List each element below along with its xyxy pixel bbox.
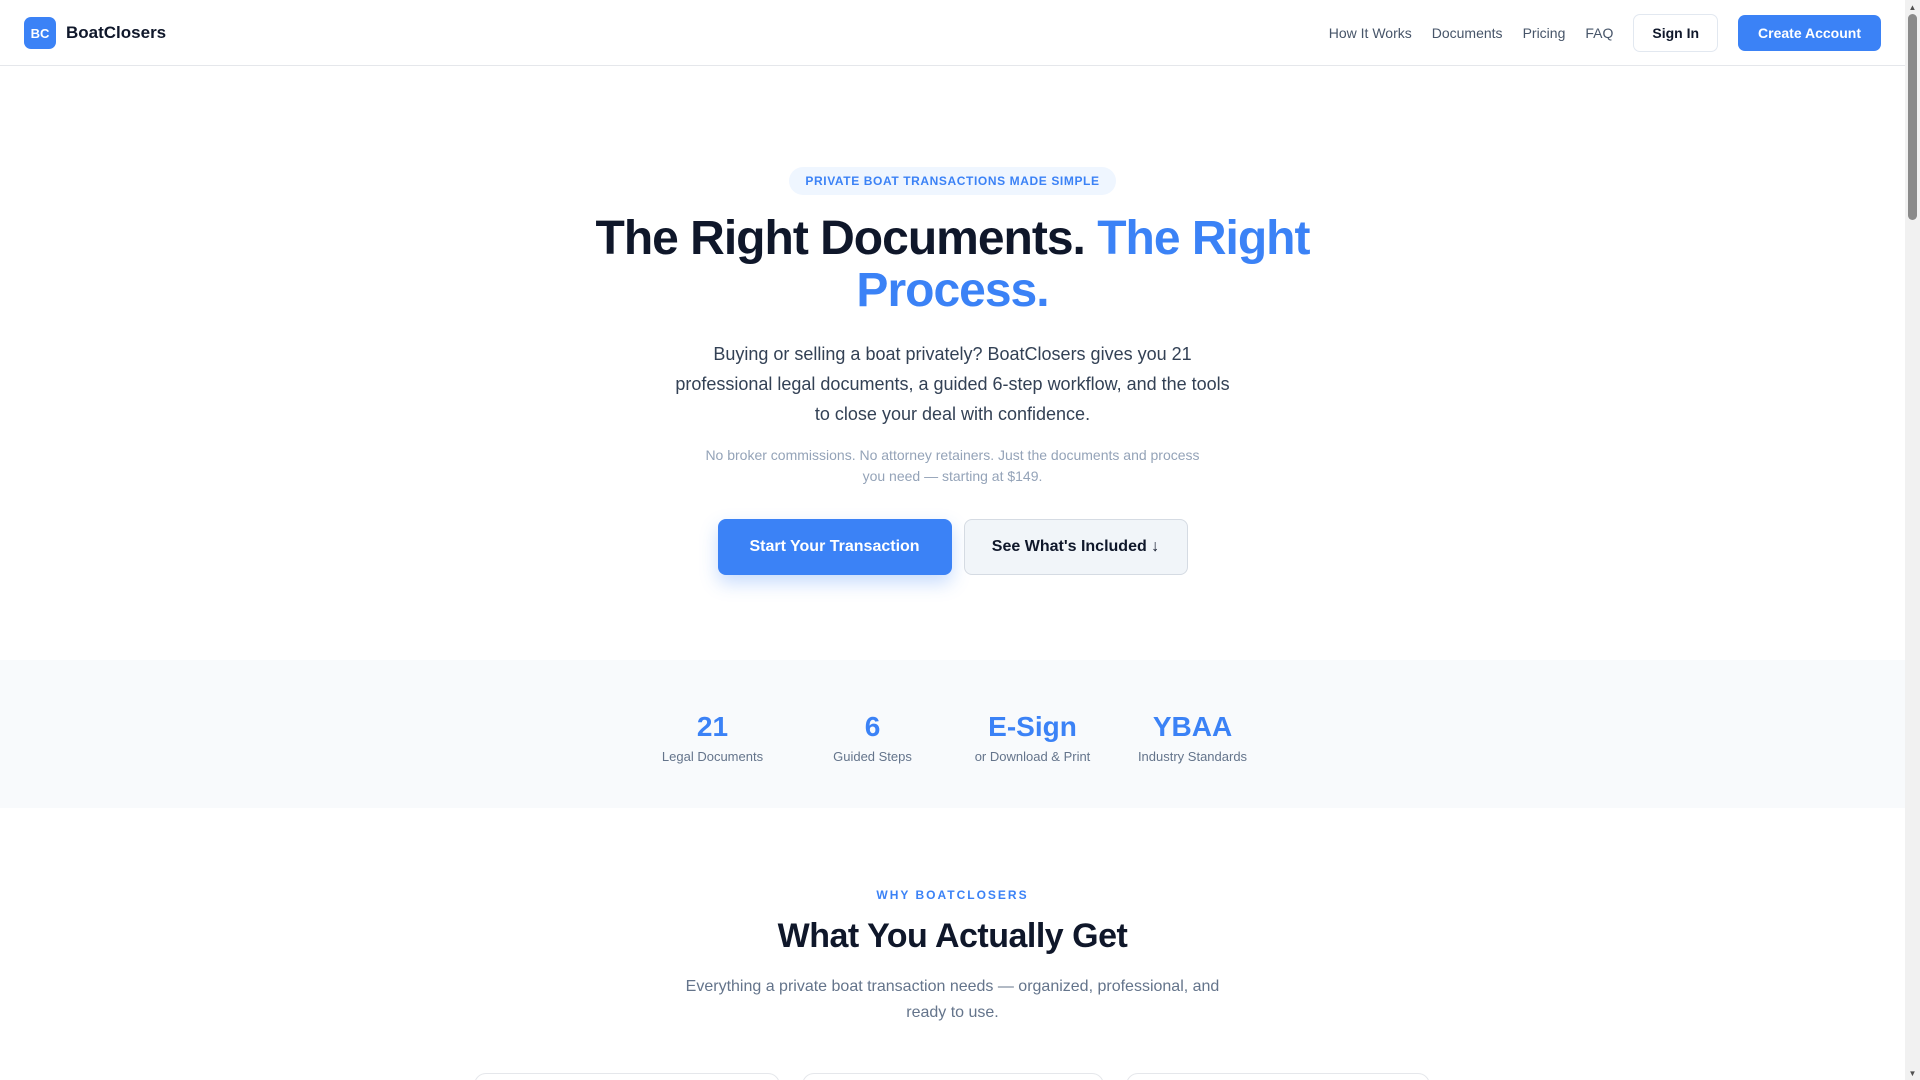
top-nav: BC BoatClosers How It Works Documents Pr…	[0, 0, 1905, 66]
page: BC BoatClosers How It Works Documents Pr…	[0, 0, 1905, 1080]
nav-links: How It Works Documents Pricing FAQ Sign …	[1329, 14, 1881, 52]
hero-title-main: The Right Documents.	[595, 212, 1086, 265]
nav-link-pricing[interactable]: Pricing	[1523, 25, 1566, 41]
logo-badge: BC	[24, 17, 56, 49]
logo[interactable]: BC BoatClosers	[24, 17, 166, 49]
see-whats-included-button[interactable]: See What's Included ↓	[963, 519, 1188, 575]
hero-section: PRIVATE BOAT TRANSACTIONS MADE SIMPLE Th…	[0, 66, 1905, 575]
nav-link-documents[interactable]: Documents	[1432, 25, 1503, 41]
nav-link-faq[interactable]: FAQ	[1585, 25, 1613, 41]
why-eyebrow: WHY BOATCLOSERS	[876, 888, 1029, 902]
stat-label: Guided Steps	[833, 749, 912, 764]
page-scrollbar[interactable]: ▲ ▼	[1905, 0, 1920, 1080]
scroll-down-arrow-icon[interactable]: ▼	[1905, 1066, 1920, 1080]
create-account-button[interactable]: Create Account	[1738, 15, 1881, 51]
feature-card	[1126, 1073, 1430, 1080]
stat-value: E-Sign	[988, 711, 1077, 742]
stat-label: or Download & Print	[974, 749, 1091, 764]
stat-ybaa: YBAA Industry Standards	[1113, 710, 1273, 764]
stats-row: 21 Legal Documents 6 Guided Steps E-Sign…	[0, 710, 1905, 764]
hero-subtitle: Buying or selling a boat privately? Boat…	[675, 344, 1230, 424]
start-transaction-button[interactable]: Start Your Transaction	[717, 519, 952, 575]
sign-in-button[interactable]: Sign In	[1633, 14, 1719, 52]
hero-note: No broker commissions. No attorney retai…	[705, 447, 1200, 484]
nav-link-how-it-works[interactable]: How It Works	[1329, 25, 1412, 41]
hero-pill-badge: PRIVATE BOAT TRANSACTIONS MADE SIMPLE	[789, 167, 1116, 195]
stat-esign: E-Sign or Download & Print	[953, 710, 1113, 764]
hero-title: The Right Documents. The Right Process.	[573, 213, 1333, 317]
why-title: What You Actually Get	[777, 917, 1128, 955]
stat-label: Legal Documents	[661, 749, 764, 764]
stat-documents: 21 Legal Documents	[633, 710, 793, 764]
scroll-up-arrow-icon[interactable]: ▲	[1905, 0, 1920, 14]
stat-value: 21	[696, 711, 729, 742]
stat-value: YBAA	[1152, 711, 1233, 742]
feature-card	[474, 1073, 780, 1080]
stats-band: 21 Legal Documents 6 Guided Steps E-Sign…	[0, 660, 1905, 808]
why-subtitle: Everything a private boat transaction ne…	[685, 978, 1220, 1021]
stat-label: Industry Standards	[1137, 749, 1248, 764]
stat-value: 6	[864, 711, 881, 742]
why-section: WHY BOATCLOSERS What You Actually Get Ev…	[0, 808, 1905, 1026]
feature-card	[802, 1073, 1104, 1080]
scrollbar-thumb[interactable]	[1908, 14, 1917, 220]
hero-actions: Start Your Transaction See What's Includ…	[0, 519, 1905, 575]
brand-name: BoatClosers	[66, 23, 167, 42]
stat-steps: 6 Guided Steps	[793, 710, 953, 764]
